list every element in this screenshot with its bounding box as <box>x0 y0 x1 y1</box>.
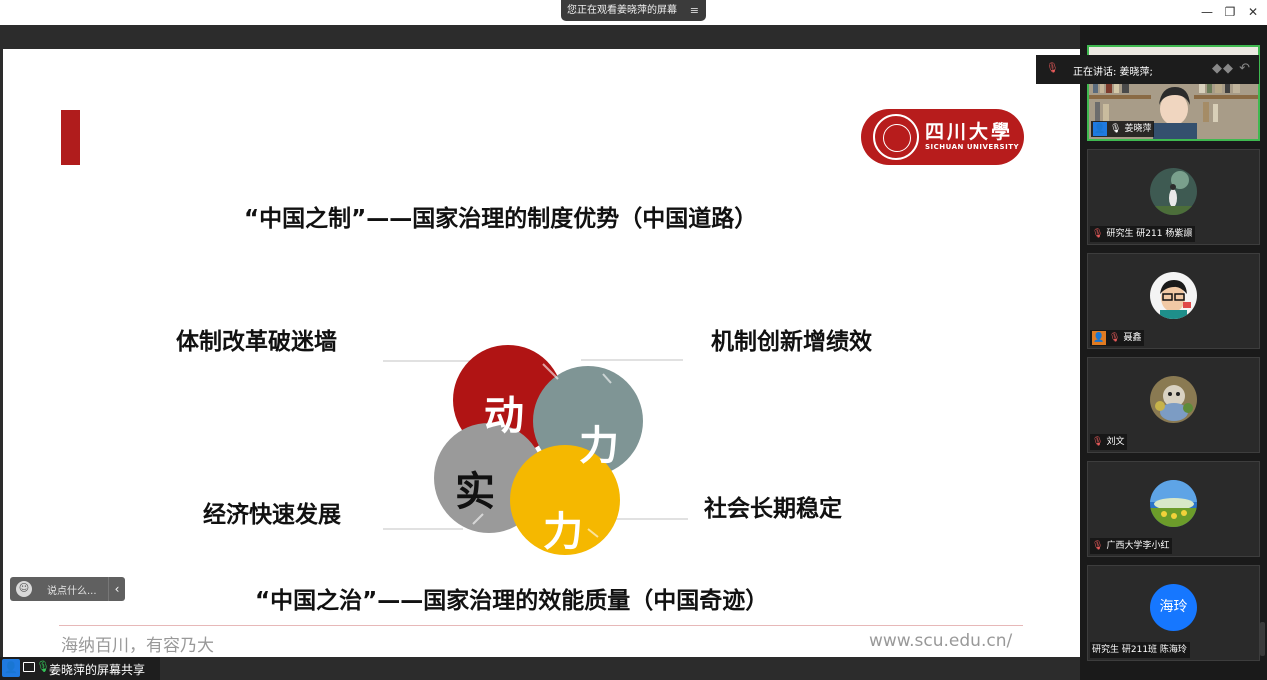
participant-name-tag-4: 🎙 刘文 <box>1090 434 1128 450</box>
participant-name-tag-3: 👤 🎙 聂鑫 <box>1090 330 1145 346</box>
footer-motto: 海纳百川，有容乃大 <box>61 636 214 656</box>
screen-share-icon <box>23 662 35 672</box>
presentation-slide: 四川大學 SICHUAN UNIVERSITY “中国之制”——国家治理的制度优… <box>3 49 1080 657</box>
participant-name-tag-5: 🎙 广西大学李小红 <box>1090 538 1173 554</box>
four-circle-diagram: 动 力 实 力 <box>383 345 688 555</box>
logo-english-name: SICHUAN UNIVERSITY <box>925 143 1020 151</box>
user-icon: 👤 <box>2 659 20 677</box>
participant-name: 广西大学李小红 <box>1106 541 1170 551</box>
back-arrow-icon[interactable]: ↶ <box>1239 61 1251 76</box>
watching-notice[interactable]: 您正在观看姜晓萍的屏幕 ≡ <box>561 0 706 21</box>
collapse-chevron-icon[interactable]: ‹ <box>108 577 125 601</box>
close-button[interactable]: ✕ <box>1244 4 1262 20</box>
microphone-muted-icon: 🎙 <box>1109 333 1121 343</box>
participant-tile-3[interactable]: 👤 🎙 聂鑫 <box>1087 253 1260 349</box>
panel-scroll-handle[interactable] <box>1260 622 1265 656</box>
participant-name: 研究生 研211班 陈海玲 <box>1092 645 1187 655</box>
shared-screen: 四川大學 SICHUAN UNIVERSITY “中国之制”——国家治理的制度优… <box>0 25 1080 680</box>
circle-text-dong: 动 <box>484 393 524 439</box>
participant-name: 聂鑫 <box>1123 333 1142 343</box>
circle-text-li-2: 力 <box>543 509 583 555</box>
circle-text-li-1: 力 <box>579 423 619 469</box>
label-top-right: 机制创新增绩效 <box>711 329 872 355</box>
slide-title-top: “中国之制”——国家治理的制度优势（中国道路） <box>244 206 758 232</box>
meeting-app: 您正在观看姜晓萍的屏幕 ≡ — ❐ ✕ 四川大學 SICHUAN UNIVERS… <box>0 0 1267 680</box>
avatar <box>1150 376 1197 423</box>
participant-name: 刘文 <box>1106 437 1125 447</box>
footer-url: www.scu.edu.cn/ <box>869 631 1013 651</box>
title-bar: 您正在观看姜晓萍的屏幕 ≡ — ❐ ✕ <box>0 0 1267 25</box>
footer-divider <box>59 625 1023 626</box>
avatar <box>1150 480 1197 527</box>
label-top-left: 体制改革破迷墙 <box>176 329 337 355</box>
speaking-indicator: 🎙 正在讲话: 姜晓萍; ◆◆ ↶ <box>1036 55 1259 84</box>
emoji-icon[interactable]: ☺ <box>16 581 32 597</box>
screen-share-text: 姜晓萍的屏幕共享 <box>49 663 146 677</box>
participant-tile-4[interactable]: 🎙 刘文 <box>1087 357 1260 453</box>
participant-panel: 👤 🎙 姜晓萍 🎙 研究生 研211 杨紫譞 👤 🎙 聂鑫 🎙 刘文 🎙 广西大… <box>1080 25 1267 680</box>
view-controls[interactable]: ◆◆ ↶ <box>1201 61 1251 78</box>
screen-share-label: 👤 🎙 姜晓萍的屏幕共享 <box>0 657 160 680</box>
user-icon: 👤 <box>1092 331 1106 345</box>
microphone-muted-icon: 🎙 <box>1092 229 1104 239</box>
microphone-muted-icon: 🎙 <box>1092 437 1104 447</box>
participant-tile-2[interactable]: 🎙 研究生 研211 杨紫譞 <box>1087 149 1260 245</box>
microphone-muted-icon: 🎙 <box>1092 541 1104 551</box>
participant-tile-5[interactable]: 🎙 广西大学李小红 <box>1087 461 1260 557</box>
watching-notice-text: 您正在观看姜晓萍的屏幕 <box>567 5 677 16</box>
label-bottom-right: 社会长期稳定 <box>704 496 842 522</box>
participant-name-tag-2: 🎙 研究生 研211 杨紫譞 <box>1090 226 1196 242</box>
user-icon: 👤 <box>1093 122 1107 136</box>
sichuan-university-logo: 四川大學 SICHUAN UNIVERSITY <box>861 109 1024 165</box>
participant-name: 研究生 研211 杨紫譞 <box>1106 229 1193 239</box>
participant-name-tag-1: 👤 🎙 姜晓萍 <box>1091 121 1155 137</box>
red-accent-bar <box>61 110 80 165</box>
circle-text-shi: 实 <box>455 469 495 515</box>
layout-icon[interactable]: ◆◆ <box>1212 61 1234 76</box>
university-seal-icon <box>873 114 919 160</box>
label-bottom-left: 经济快速发展 <box>203 502 341 528</box>
participant-tile-6[interactable]: 海玲 研究生 研211班 陈海玲 <box>1087 565 1260 661</box>
avatar <box>1150 272 1197 319</box>
slide-title-bottom: “中国之治”——国家治理的效能质量（中国奇迹） <box>255 588 769 614</box>
microphone-icon: 🎙 <box>1110 124 1122 134</box>
restore-button[interactable]: ❐ <box>1221 4 1239 20</box>
minimize-button[interactable]: — <box>1198 4 1216 20</box>
microphone-icon: 🎙 <box>36 660 50 673</box>
menu-icon[interactable]: ≡ <box>690 0 699 21</box>
avatar <box>1150 168 1197 215</box>
comment-placeholder[interactable]: 说点什么... <box>47 582 97 597</box>
participant-name-tag-6: 研究生 研211班 陈海玲 <box>1090 642 1190 658</box>
microphone-icon: 🎙 <box>1046 63 1059 74</box>
avatar-initials: 海玲 <box>1150 584 1197 631</box>
participant-name: 姜晓萍 <box>1124 124 1152 134</box>
logo-chinese-name: 四川大學 <box>925 121 1014 143</box>
speaking-text: 正在讲话: 姜晓萍; <box>1073 67 1153 78</box>
comment-input-bar[interactable]: ☺ 说点什么... ‹ <box>10 577 125 601</box>
